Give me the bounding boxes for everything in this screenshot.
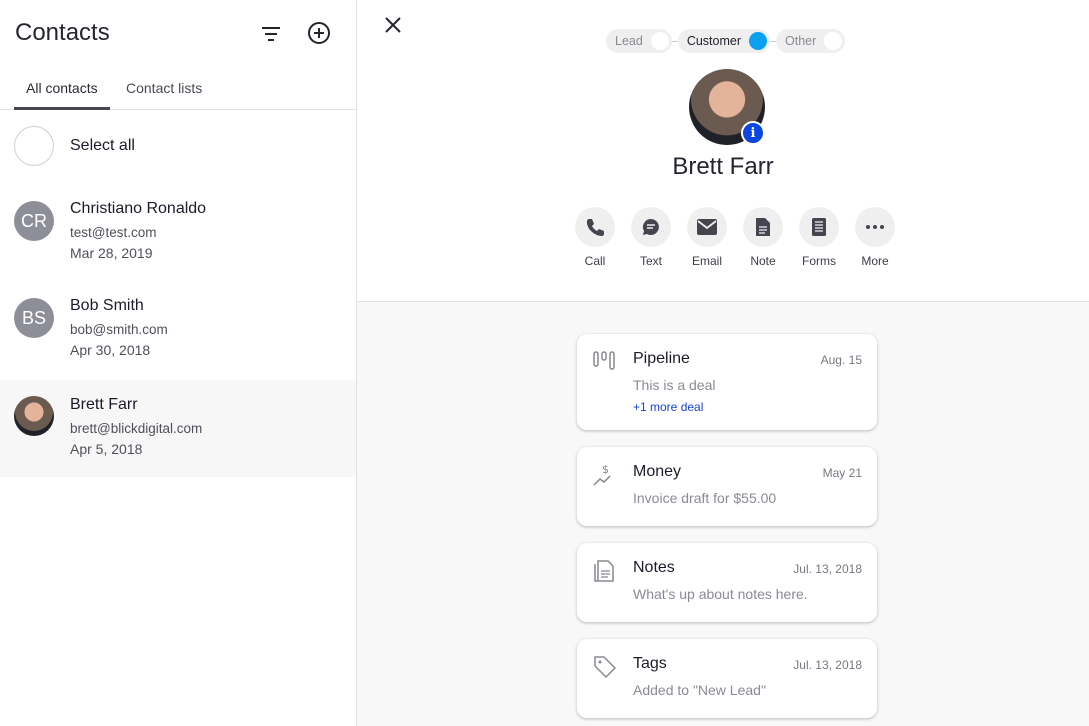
close-icon[interactable] — [385, 17, 401, 33]
action-label: More — [861, 254, 889, 268]
tab-contact-lists[interactable]: Contact lists — [126, 80, 202, 107]
stage-radio — [824, 32, 843, 50]
contact-date: Apr 30, 2018 — [70, 342, 151, 358]
divider — [671, 40, 678, 42]
card-subtitle: This is a deal — [633, 377, 716, 393]
mail-icon — [697, 219, 717, 235]
stage-radio — [749, 32, 767, 50]
pipeline-icon — [593, 351, 615, 370]
card-subtitle: What's up about notes here. — [633, 586, 808, 602]
tags-card[interactable]: Tags Jul. 13, 2018 Added to "New Lead" — [577, 639, 877, 718]
card-title: Money — [633, 463, 682, 480]
tag-icon — [594, 656, 616, 678]
stage-other[interactable]: Other — [776, 29, 846, 53]
card-title: Notes — [633, 559, 675, 576]
phone-icon — [586, 219, 604, 236]
action-label: Forms — [802, 254, 836, 268]
contact-tabs: All contacts Contact lists — [0, 70, 356, 110]
tab-all-contacts[interactable]: All contacts — [14, 80, 110, 110]
action-label: Note — [750, 254, 776, 268]
stage-selector: Lead Customer Other — [606, 29, 846, 53]
select-all[interactable]: Select all — [14, 126, 135, 166]
card-date: Jul. 13, 2018 — [793, 658, 862, 672]
avatar — [14, 396, 54, 436]
stage-lead[interactable]: Lead — [606, 29, 672, 53]
contact-email: test@test.com — [70, 225, 157, 240]
add-contact-icon[interactable] — [307, 21, 331, 45]
stage-customer[interactable]: Customer — [677, 29, 770, 53]
stage-label: Other — [785, 34, 817, 48]
more-button[interactable]: More — [847, 207, 903, 268]
contact-list-item[interactable]: CR Christiano Ronaldo test@test.com Mar … — [0, 180, 356, 277]
card-date: Aug. 15 — [820, 353, 862, 367]
contact-email: brett@blickdigital.com — [70, 421, 203, 436]
contact-date: Mar 28, 2019 — [70, 245, 153, 261]
more-icon — [866, 225, 884, 229]
more-deals-link[interactable]: +1 more deal — [633, 400, 703, 414]
stage-label: Customer — [686, 34, 741, 48]
action-label: Call — [584, 254, 606, 268]
action-bar: Call Text Email Note Forms More — [567, 207, 903, 268]
note-icon — [756, 218, 770, 236]
forms-icon — [812, 218, 826, 236]
contact-header: Lead Customer Other i Brett Farr Call Te… — [357, 0, 1089, 302]
card-date: Jul. 13, 2018 — [793, 562, 862, 576]
pipeline-card[interactable]: Pipeline Aug. 15 This is a deal +1 more … — [577, 334, 877, 430]
action-label: Text — [639, 254, 662, 268]
select-all-checkbox[interactable] — [14, 126, 54, 166]
card-date: May 21 — [822, 466, 862, 480]
email-button[interactable]: Email — [679, 207, 735, 268]
notes-card[interactable]: Notes Jul. 13, 2018 What's up about note… — [577, 543, 877, 622]
contact-name: Brett Farr — [70, 396, 138, 413]
money-icon: $ — [593, 463, 611, 486]
contact-list-item[interactable]: Brett Farr brett@blickdigital.com Apr 5,… — [0, 380, 356, 477]
contact-date: Apr 5, 2018 — [70, 441, 143, 457]
stage-label: Lead — [615, 34, 643, 48]
contacts-sidebar: Contacts All contacts Contact lists Sele… — [0, 0, 357, 726]
contact-name-heading: Brett Farr — [672, 153, 774, 180]
chat-icon — [642, 218, 659, 235]
call-button[interactable]: Call — [567, 207, 623, 268]
money-card[interactable]: $ Money May 21 Invoice draft for $55.00 — [577, 447, 877, 526]
avatar: BS — [14, 298, 54, 338]
info-icon[interactable]: i — [741, 121, 765, 145]
text-button[interactable]: Text — [623, 207, 679, 268]
stage-radio — [650, 32, 669, 50]
svg-text:$: $ — [602, 463, 609, 476]
contact-email: bob@smith.com — [70, 322, 168, 337]
card-title: Tags — [633, 655, 667, 672]
avatar: CR — [14, 201, 54, 241]
select-all-label: Select all — [70, 137, 135, 154]
contact-name: Christiano Ronaldo — [70, 200, 207, 217]
contact-detail: Lead Customer Other i Brett Farr Call Te… — [357, 0, 1089, 726]
forms-button[interactable]: Forms — [791, 207, 847, 268]
card-subtitle: Added to "New Lead" — [633, 682, 766, 698]
notes-icon — [594, 560, 614, 582]
page-title: Contacts — [15, 19, 110, 46]
filter-icon[interactable] — [261, 26, 281, 42]
note-button[interactable]: Note — [735, 207, 791, 268]
card-title: Pipeline — [633, 350, 690, 367]
action-label: Email — [691, 254, 722, 268]
card-subtitle: Invoice draft for $55.00 — [633, 490, 777, 506]
contact-name: Bob Smith — [70, 297, 144, 314]
contact-list-item[interactable]: BS Bob Smith bob@smith.com Apr 30, 2018 — [0, 277, 356, 374]
